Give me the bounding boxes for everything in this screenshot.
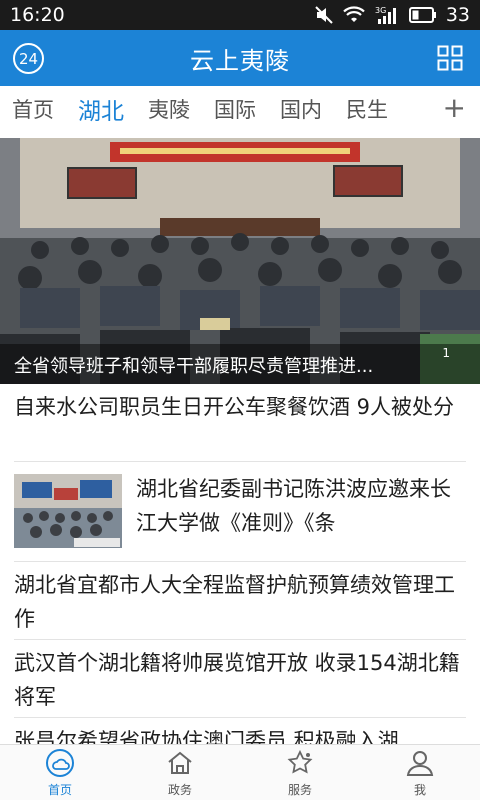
list-item[interactable]: 张昌尔希望省政协住澳门委员 积极融入湖 xyxy=(14,718,466,744)
channel-tabs: 首页 湖北 夷陵 国际 国内 民生 + xyxy=(0,86,480,132)
headline-banner[interactable]: 全省领导班子和领导干部履职尽责管理推进... 1 xyxy=(0,138,480,384)
list-item[interactable]: 武汉首个湖北籍将帅展览馆开放 收录154湖北籍将军 xyxy=(14,640,466,718)
nav-label: 首页 xyxy=(47,782,72,797)
tab-guonei[interactable]: 国内 xyxy=(280,94,322,124)
tab-shouye[interactable]: 首页 xyxy=(12,94,54,124)
banner-page-indicator: 1 xyxy=(442,346,450,360)
home-cloud-icon xyxy=(46,748,74,777)
banner-caption: 全省领导班子和领导干部履职尽责管理推进... xyxy=(0,344,480,384)
news-list: 自来水公司职员生日开公车聚餐饮酒 9人被处分 湖北省纪委副书记陈洪波应邀来长江大… xyxy=(0,384,480,744)
list-item[interactable]: 自来水公司职员生日开公车聚餐饮酒 9人被处分 xyxy=(14,384,466,462)
status-time: 16:20 xyxy=(10,4,65,26)
grid-menu-icon[interactable] xyxy=(437,45,463,71)
user-icon xyxy=(406,750,434,776)
news-title: 湖北省宜都市人大全程监督护航预算绩效管理工作 xyxy=(14,573,455,631)
status-bar: 16:20 3G 33 xyxy=(0,0,480,30)
bottom-nav: 首页 政务 服务 我 xyxy=(0,744,480,800)
news-title: 自来水公司职员生日开公车聚餐饮酒 9人被处分 xyxy=(14,395,455,419)
tab-guoji[interactable]: 国际 xyxy=(214,94,256,124)
signal-icon: 3G xyxy=(374,5,400,25)
nav-government[interactable]: 政务 xyxy=(120,745,240,800)
add-channel-icon[interactable]: + xyxy=(443,92,466,124)
list-item[interactable]: 湖北省纪委副书记陈洪波应邀来长江大学做《准则》《条 xyxy=(14,462,466,562)
weather-badge[interactable]: 24 xyxy=(13,43,44,74)
news-title: 张昌尔希望省政协住澳门委员 积极融入湖 xyxy=(14,729,399,744)
app-header: 24 云上夷陵 xyxy=(0,30,480,86)
battery-level: 33 xyxy=(445,4,470,26)
government-icon xyxy=(168,751,192,774)
nav-label: 服务 xyxy=(287,782,312,797)
wifi-icon xyxy=(343,6,365,24)
tab-minsheng[interactable]: 民生 xyxy=(346,94,388,124)
app-title: 云上夷陵 xyxy=(190,46,290,75)
list-item[interactable]: 湖北省宜都市人大全程监督护航预算绩效管理工作 xyxy=(14,562,466,640)
nav-label: 政务 xyxy=(167,782,192,797)
mute-icon xyxy=(314,5,334,25)
nav-label: 我 xyxy=(413,782,426,797)
tab-hubei[interactable]: 湖北 xyxy=(78,92,124,126)
news-thumbnail xyxy=(14,474,122,548)
svg-text:3G: 3G xyxy=(375,6,386,15)
nav-service[interactable]: 服务 xyxy=(240,745,360,800)
tab-yiling[interactable]: 夷陵 xyxy=(148,94,190,124)
news-title: 湖北省纪委副书记陈洪波应邀来长江大学做《准则》《条 xyxy=(136,477,451,535)
news-title: 武汉首个湖北籍将帅展览馆开放 收录154湖北籍将军 xyxy=(14,651,460,709)
nav-me[interactable]: 我 xyxy=(360,745,480,800)
battery-icon xyxy=(408,7,437,23)
nav-home[interactable]: 首页 xyxy=(0,745,120,800)
service-star-icon xyxy=(287,749,313,774)
